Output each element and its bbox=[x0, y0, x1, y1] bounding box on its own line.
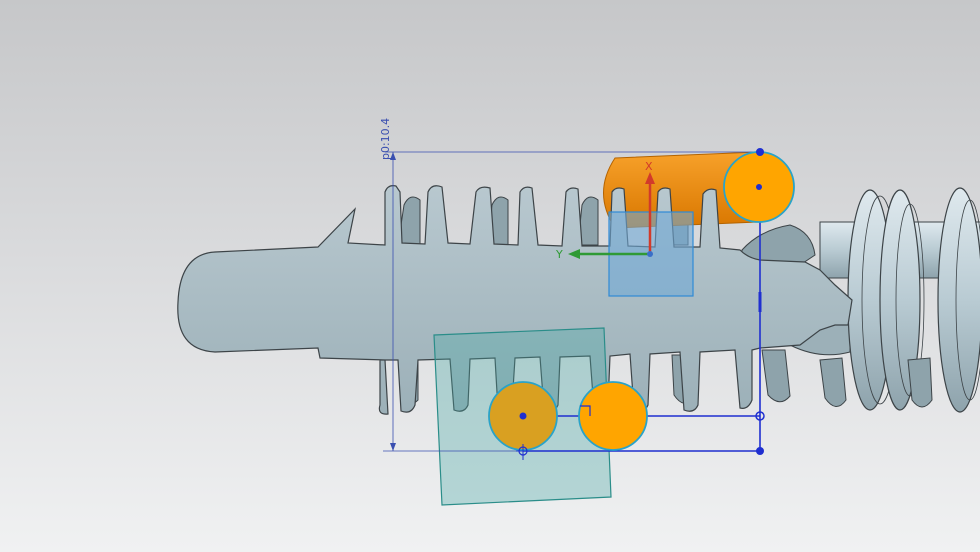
dimension-label[interactable]: p0:10.4 bbox=[379, 118, 392, 160]
sketch-point-icon[interactable] bbox=[756, 184, 762, 190]
y-axis-label: Y bbox=[555, 248, 563, 261]
graphics-viewport[interactable]: p0:10.4 X Y bbox=[0, 0, 980, 552]
csys-origin[interactable] bbox=[647, 251, 653, 257]
x-axis-label: X bbox=[645, 160, 653, 173]
sketch-point-icon[interactable] bbox=[519, 412, 527, 420]
cad-scene[interactable]: p0:10.4 X Y bbox=[0, 0, 980, 552]
sketch-circle-bottom-right[interactable] bbox=[578, 381, 648, 451]
sketch-point-icon[interactable] bbox=[756, 148, 764, 156]
sketch-point-icon[interactable] bbox=[756, 447, 764, 455]
dimension-arrow-bottom bbox=[390, 443, 396, 451]
